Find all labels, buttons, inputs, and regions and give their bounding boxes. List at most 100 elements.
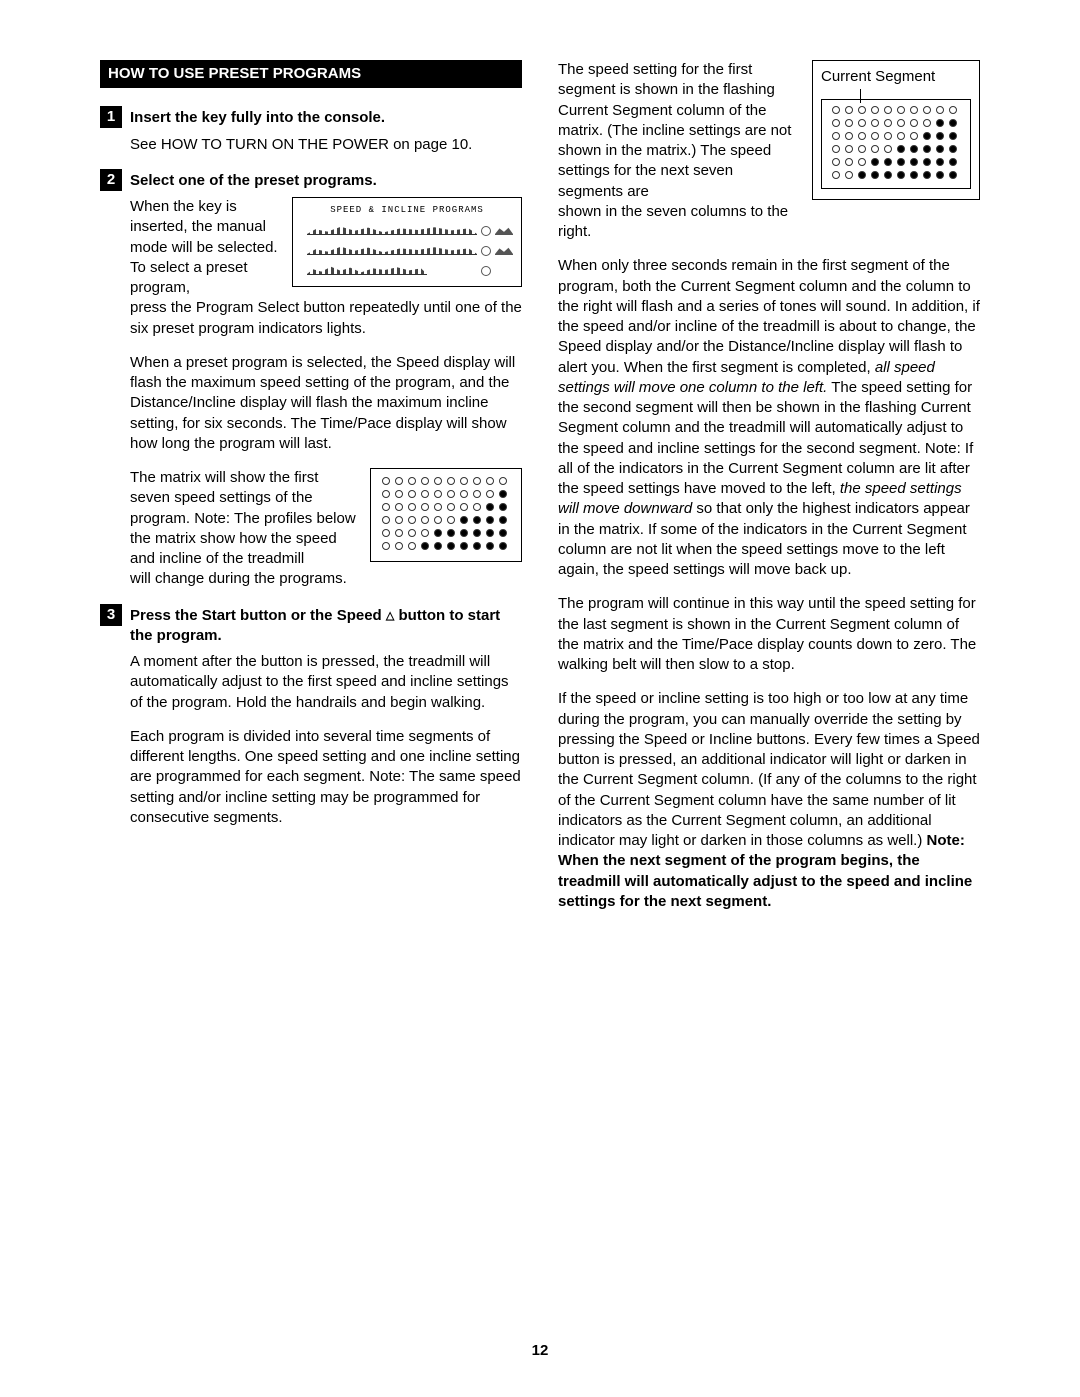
led-dot-icon (936, 106, 944, 114)
led-dot-icon (408, 542, 416, 550)
led-dot-icon (871, 145, 879, 153)
led-dot-icon (382, 490, 390, 498)
step-2-title: Select one of the preset programs. (130, 169, 377, 191)
led-dot-icon (395, 477, 403, 485)
led-dot-icon (884, 119, 892, 127)
led-dot-icon (884, 132, 892, 140)
led-dot-icon (499, 490, 507, 498)
led-dot-icon (858, 132, 866, 140)
step-3-body: A moment after the button is pressed, th… (130, 652, 522, 828)
led-dot-icon (897, 171, 905, 179)
led-dot-icon (447, 516, 455, 524)
led-dot-icon (486, 542, 494, 550)
led-dot-icon (923, 119, 931, 127)
led-dot-icon (434, 477, 442, 485)
led-dot-icon (858, 145, 866, 153)
led-dot-icon (949, 119, 957, 127)
led-dot-icon (382, 516, 390, 524)
indicator-dot-icon (481, 266, 491, 276)
led-dot-icon (382, 477, 390, 485)
led-dot-icon (421, 477, 429, 485)
right-p4a: If the speed or incline setting is too h… (558, 690, 980, 849)
led-dot-icon (871, 171, 879, 179)
led-dot-icon (434, 503, 442, 511)
led-dot-icon (434, 490, 442, 498)
led-dot-icon (858, 106, 866, 114)
led-dot-icon (949, 132, 957, 140)
led-dot-icon (486, 490, 494, 498)
manual-page: HOW TO USE PRESET PROGRAMS 1 Insert the … (0, 0, 1080, 1397)
two-column-layout: HOW TO USE PRESET PROGRAMS 1 Insert the … (100, 60, 980, 926)
step-1-body: See HOW TO TURN ON THE POWER on page 10. (130, 135, 522, 155)
led-dot-icon (473, 516, 481, 524)
step-number-box: 3 (100, 604, 122, 626)
led-dot-icon (923, 132, 931, 140)
step-1-p1: See HOW TO TURN ON THE POWER on page 10. (130, 135, 522, 155)
mini-profile-icon (495, 244, 513, 255)
led-dot-icon (499, 529, 507, 537)
led-dot-icon (473, 490, 481, 498)
led-dot-icon (884, 145, 892, 153)
led-dot-icon (447, 477, 455, 485)
led-dot-icon (408, 477, 416, 485)
led-dot-icon (897, 106, 905, 114)
led-dot-icon (936, 132, 944, 140)
led-dot-icon (382, 529, 390, 537)
step-number-box: 1 (100, 106, 122, 128)
step-number-box: 2 (100, 169, 122, 191)
led-dot-icon (832, 119, 840, 127)
led-dot-icon (382, 503, 390, 511)
led-dot-icon (897, 158, 905, 166)
led-dot-icon (460, 490, 468, 498)
led-dot-icon (421, 490, 429, 498)
led-dot-icon (382, 542, 390, 550)
led-dot-icon (936, 119, 944, 127)
page-number: 12 (0, 1341, 1080, 1361)
indicator-line-icon (860, 89, 861, 103)
led-dot-icon (884, 106, 892, 114)
right-p1b: shown in the seven columns to the right. (558, 202, 980, 243)
indicator-dot-icon (481, 246, 491, 256)
led-dot-icon (434, 516, 442, 524)
profile-line-icon (307, 240, 477, 255)
led-dot-icon (832, 106, 840, 114)
led-dot-icon (832, 132, 840, 140)
led-dot-icon (473, 542, 481, 550)
led-dot-icon (858, 158, 866, 166)
indicator-dot-icon (481, 226, 491, 236)
step-3-p1: A moment after the button is pressed, th… (130, 652, 522, 713)
led-matrix (379, 477, 513, 553)
led-dot-icon (421, 516, 429, 524)
led-dot-icon (395, 529, 403, 537)
led-dot-icon (395, 503, 403, 511)
led-dot-icon (395, 542, 403, 550)
led-matrix (826, 106, 966, 182)
right-column: Current Segment The speed setting for th… (558, 60, 980, 926)
led-dot-icon (460, 477, 468, 485)
led-dot-icon (499, 477, 507, 485)
led-dot-icon (949, 158, 957, 166)
step-1-header: 1 Insert the key fully into the console. (100, 106, 522, 128)
led-dot-icon (949, 145, 957, 153)
right-p3: The program will continue in this way un… (558, 594, 980, 675)
profile-line-icon (307, 260, 427, 275)
led-dot-icon (845, 106, 853, 114)
led-dot-icon (845, 145, 853, 153)
led-dot-icon (395, 516, 403, 524)
led-dot-icon (486, 503, 494, 511)
led-dot-icon (473, 503, 481, 511)
step-2-p1b: press the Program Select button repeated… (130, 298, 522, 339)
led-dot-icon (473, 529, 481, 537)
step-3-p2: Each program is divided into several tim… (130, 727, 522, 828)
led-dot-icon (910, 158, 918, 166)
led-dot-icon (832, 171, 840, 179)
step-3-title-a: Press the Start button or the Speed (130, 607, 386, 624)
led-dot-icon (871, 158, 879, 166)
led-dot-icon (447, 503, 455, 511)
led-dot-icon (499, 503, 507, 511)
led-dot-icon (897, 145, 905, 153)
led-dot-icon (499, 516, 507, 524)
led-dot-icon (858, 171, 866, 179)
led-dot-icon (923, 171, 931, 179)
led-dot-icon (447, 542, 455, 550)
